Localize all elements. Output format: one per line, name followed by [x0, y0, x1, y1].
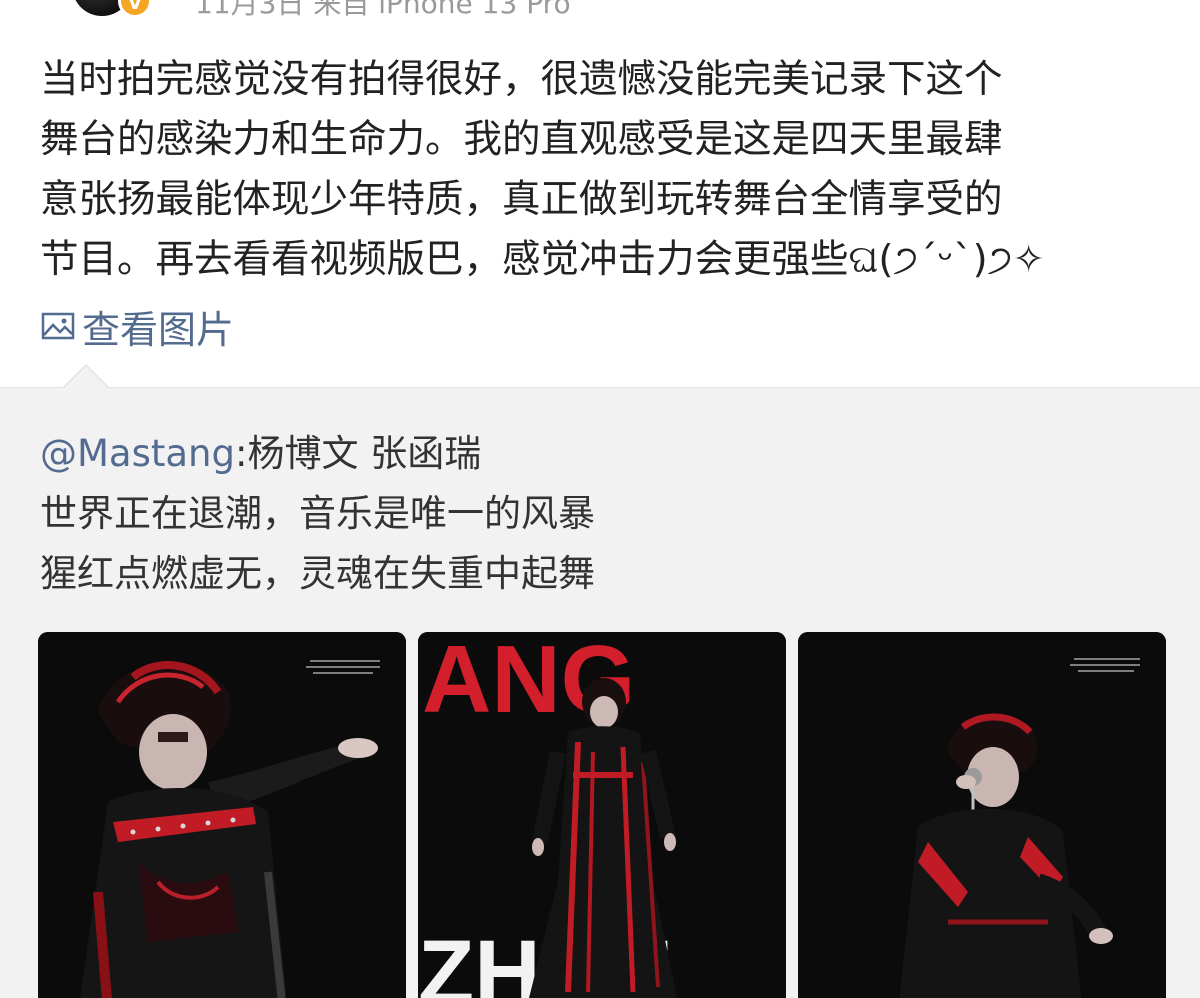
post-body: 当时拍完感觉没有拍得很好，很遗憾没能完美记录下这个 舞台的感染力和生命力。我的直… — [40, 50, 1165, 290]
image-grid: ANG ZHAN — [38, 632, 1166, 998]
repost-line-1-text: :杨博文 张函瑞 — [235, 432, 482, 475]
verified-badge-icon: V — [118, 0, 152, 18]
stage-photo-3-image — [798, 632, 1166, 998]
repost-line: 猩红点燃虚无，灵魂在失重中起舞 — [40, 552, 595, 595]
repost-text: @Mastang:杨博文 张函瑞 世界正在退潮，音乐是唯一的风暴 猩红点燃虚无，… — [40, 424, 595, 604]
view-pictures-link[interactable]: 查看图片 — [40, 296, 234, 356]
post-header: V 11月3日 来自 iPhone 13 Pro — [0, 0, 1200, 20]
stage-photo-1-image — [38, 632, 406, 998]
stage-photo-3[interactable] — [798, 632, 1166, 998]
stage-photo-2[interactable]: ANG ZHAN — [418, 632, 786, 998]
weibo-post-page: V 11月3日 来自 iPhone 13 Pro 当时拍完感觉没有拍得很好，很遗… — [0, 0, 1200, 998]
stage-photo-2-image: ANG ZHAN — [418, 632, 786, 998]
mention-link[interactable]: @Mastang — [40, 432, 235, 475]
verified-mark: V — [128, 0, 142, 14]
repost-line: @Mastang:杨博文 张函瑞 — [40, 424, 595, 484]
post-line: 节目。再去看看视频版巴，感觉冲击力会更强些ଘ(੭ˊᵕˋ)੭✧ — [40, 237, 1045, 282]
repost-caret-fill — [63, 366, 109, 389]
view-pictures-label: 查看图片 — [82, 307, 235, 352]
repost-line: 世界正在退潮，音乐是唯一的风暴 — [40, 492, 595, 535]
picture-icon — [41, 312, 75, 340]
stage-photo-1[interactable] — [38, 632, 406, 998]
post-line: 意张扬最能体现少年特质，真正做到玩转舞台全情享受的 — [40, 177, 1003, 222]
post-line: 舞台的感染力和生命力。我的直观感受是这是四天里最肆 — [40, 117, 1003, 162]
repost-card[interactable]: @Mastang:杨博文 张函瑞 世界正在退潮，音乐是唯一的风暴 猩红点燃虚无，… — [0, 364, 1200, 998]
post-line: 当时拍完感觉没有拍得很好，很遗憾没能完美记录下这个 — [40, 57, 1003, 102]
post-meta: 11月3日 来自 iPhone 13 Pro — [195, 0, 571, 20]
